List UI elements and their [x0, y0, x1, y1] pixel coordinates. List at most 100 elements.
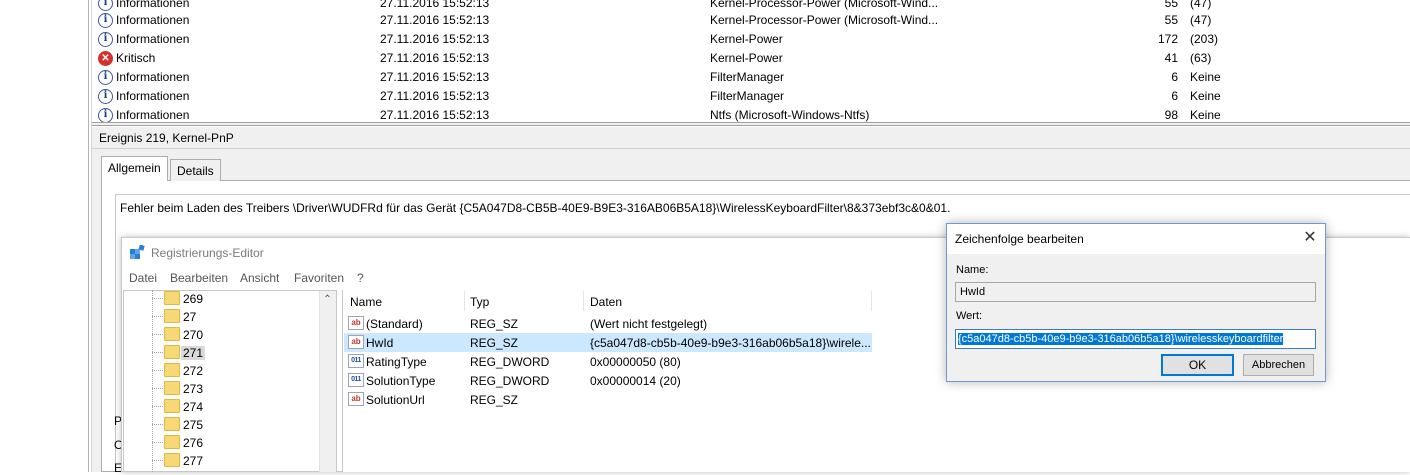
value-field[interactable]: {c5a047d8-cb5b-40e9-b9e3-316ab06b5a18}\w… — [955, 329, 1316, 349]
event-source: FilterManager — [710, 70, 785, 84]
value-type: REG_DWORD — [470, 355, 550, 369]
column-separator[interactable] — [871, 291, 872, 311]
tree-branch — [152, 298, 163, 299]
event-source: Ntfs (Microsoft-Windows-Ntfs) — [710, 108, 870, 122]
close-icon[interactable]: ✕ — [1300, 227, 1320, 249]
tree-item[interactable]: 276 — [152, 434, 312, 452]
event-id: 55 — [1164, 13, 1178, 27]
value-name: SolutionUrl — [366, 393, 425, 407]
tree-item[interactable]: 27 — [152, 308, 312, 326]
column-separator[interactable] — [464, 291, 465, 311]
event-task: Keine — [1190, 70, 1221, 84]
info-icon: i — [98, 108, 113, 122]
event-task: (63) — [1190, 51, 1212, 65]
tree-branch — [152, 370, 163, 371]
event-level: Informationen — [116, 70, 190, 84]
event-task: (47) — [1190, 13, 1212, 27]
tree-item-label: 271 — [181, 346, 206, 360]
event-task: (47) — [1190, 0, 1212, 10]
event-id: 41 — [1164, 51, 1178, 65]
folder-icon — [164, 417, 180, 431]
tree-branch — [152, 316, 163, 317]
folder-icon — [164, 291, 180, 305]
column-header-data[interactable]: Daten — [590, 295, 622, 309]
binary-value-icon: 011 — [348, 373, 364, 387]
menu-datei[interactable]: Datei — [129, 271, 157, 285]
tree-item-label: 277 — [183, 454, 204, 468]
info-icon: i — [98, 32, 113, 47]
folder-icon — [164, 435, 180, 449]
column-header-name[interactable]: Name — [350, 295, 382, 309]
value-type: REG_SZ — [470, 393, 519, 407]
table-row[interactable]: i Informationen 27.11.2016 15:52:13 Filt… — [96, 68, 1410, 87]
splitter[interactable] — [92, 122, 1410, 126]
tree-branch — [152, 406, 163, 407]
table-row[interactable]: ✕ Kritisch 27.11.2016 15:52:13 Kernel-Po… — [96, 49, 1410, 68]
event-id: 172 — [1157, 32, 1178, 46]
value-data: {c5a047d8-cb5b-40e9-b9e3-316ab06b5a18}\w… — [590, 336, 870, 350]
folder-icon — [164, 345, 180, 359]
tree-item[interactable]: 273 — [152, 380, 312, 398]
info-icon: i — [98, 89, 113, 104]
ok-button[interactable]: OK — [1161, 354, 1234, 376]
menu-ansicht[interactable]: Ansicht — [240, 271, 279, 285]
tree-branch — [152, 460, 163, 461]
cancel-button[interactable]: Abbrechen — [1243, 354, 1314, 376]
tree-item-label: 275 — [183, 418, 204, 432]
tree-item[interactable]: 275 — [152, 416, 312, 434]
folder-icon — [164, 327, 180, 341]
event-id: 6 — [1171, 70, 1178, 84]
menu-help[interactable]: ? — [357, 271, 364, 285]
info-icon: i — [98, 70, 113, 85]
list-item-selected[interactable]: ab HwId REG_SZ {c5a047d8-cb5b-40e9-b9e3-… — [344, 333, 872, 352]
column-separator[interactable] — [583, 291, 584, 311]
list-item[interactable]: ab (Standard) REG_SZ (Wert nicht festgel… — [344, 314, 872, 333]
tree-item[interactable]: 274 — [152, 398, 312, 416]
tree-item[interactable]: 272 — [152, 362, 312, 380]
list-item[interactable]: 011 RatingType REG_DWORD 0x00000050 (80) — [344, 352, 872, 371]
value-data: 0x00000050 (80) — [590, 355, 681, 369]
event-task: Keine — [1190, 108, 1221, 122]
list-item[interactable]: ab SolutionUrl REG_SZ — [344, 390, 872, 409]
tree-scrollbar[interactable] — [319, 291, 336, 472]
list-item[interactable]: 011 SolutionType REG_DWORD 0x00000014 (2… — [344, 371, 872, 390]
value-data: (Wert nicht festgelegt) — [590, 317, 708, 331]
event-id: 55 — [1164, 0, 1178, 10]
column-header-type[interactable]: Typ — [470, 295, 489, 309]
event-date: 27.11.2016 15:52:13 — [380, 13, 490, 27]
scroll-up-icon[interactable]: ⌃ — [319, 291, 336, 308]
name-field: HwId — [955, 282, 1316, 302]
tab-details[interactable]: Details — [170, 159, 221, 181]
event-id: 98 — [1164, 108, 1178, 122]
table-row[interactable]: i Informationen 27.11.2016 15:52:13 Ntfs… — [96, 106, 1410, 122]
table-row[interactable]: i Informationen 27.11.2016 15:52:13 Kern… — [96, 30, 1410, 49]
event-task: Keine — [1190, 89, 1221, 103]
info-icon: i — [98, 13, 113, 28]
value-name: SolutionType — [366, 374, 436, 388]
detail-header: Ereignis 219, Kernel-PnP — [92, 127, 1410, 149]
tab-general[interactable]: Allgemein — [101, 156, 168, 181]
menu-bearbeiten[interactable]: Bearbeiten — [170, 271, 228, 285]
event-source: Kernel-Processor-Power (Microsoft-Wind..… — [710, 13, 939, 27]
table-row[interactable]: i Informationen 27.11.2016 15:52:13 Kern… — [96, 11, 1410, 30]
folder-icon — [164, 363, 180, 377]
name-label: Name: — [956, 264, 989, 276]
value-name: (Standard) — [366, 317, 423, 331]
tree-item-label: 272 — [183, 364, 204, 378]
tree-item-label: 274 — [183, 400, 204, 414]
menu-favoriten[interactable]: Favoriten — [294, 271, 344, 285]
event-date: 27.11.2016 15:52:13 — [380, 70, 490, 84]
critical-icon: ✕ — [98, 51, 113, 66]
info-icon: i — [98, 0, 113, 11]
tree-item-selected[interactable]: 271 — [152, 344, 312, 362]
binary-value-icon: 011 — [348, 354, 364, 368]
pane-divider[interactable] — [88, 0, 89, 472]
tree-item[interactable]: 269 — [152, 290, 312, 308]
table-row[interactable]: i Informationen 27.11.2016 15:52:13 Filt… — [96, 87, 1410, 106]
tree-item[interactable]: 270 — [152, 326, 312, 344]
event-level: Informationen — [116, 13, 190, 27]
event-level: Informationen — [116, 0, 190, 10]
tree-item[interactable]: 277 — [152, 452, 312, 470]
event-level: Kritisch — [116, 51, 156, 65]
tree-branch — [152, 388, 163, 389]
